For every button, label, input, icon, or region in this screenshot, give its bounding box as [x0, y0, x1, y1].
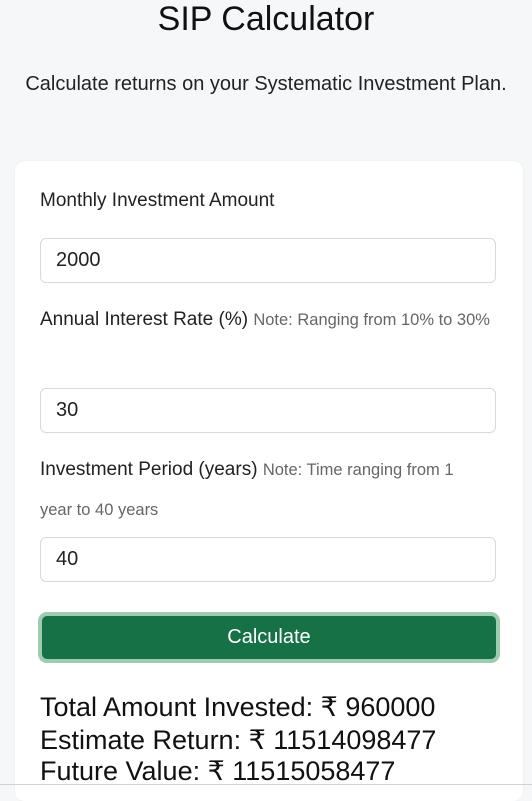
investment-period-label: Investment Period (years) Note: Time ran… — [40, 450, 490, 530]
annual-interest-rate-label-text: Annual Interest Rate (%) — [40, 309, 249, 330]
estimate-return-result: Estimate Return: ₹ 11514098477 — [40, 725, 437, 755]
calculator-card: Monthly Investment Amount Annual Interes… — [15, 161, 523, 801]
page-title: SIP Calculator — [157, 0, 375, 38]
annual-interest-rate-input[interactable] — [40, 388, 496, 433]
annual-interest-rate-label: Annual Interest Rate (%) Note: Ranging f… — [40, 300, 490, 340]
monthly-investment-input[interactable] — [40, 238, 496, 283]
monthly-investment-label: Monthly Investment Amount — [40, 181, 490, 221]
annual-interest-rate-note: Note: Ranging from 10% to 30% — [253, 311, 490, 329]
monthly-investment-label-text: Monthly Investment Amount — [40, 190, 275, 211]
investment-period-input[interactable] — [40, 537, 496, 582]
page-subtitle: Calculate returns on your Systematic Inv… — [25, 73, 507, 95]
future-value-result: Future Value: ₹ 11515058477 — [40, 756, 396, 786]
investment-period-label-text: Investment Period (years) — [40, 459, 258, 480]
calculate-button[interactable]: Calculate — [38, 612, 500, 663]
total-invested-result: Total Amount Invested: ₹ 960000 — [40, 692, 436, 722]
bottom-divider — [0, 784, 532, 785]
